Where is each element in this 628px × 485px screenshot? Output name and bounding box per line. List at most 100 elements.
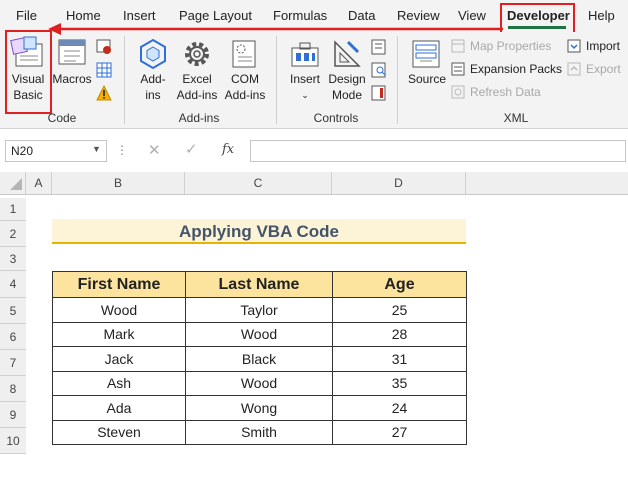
row-header[interactable]: 9 — [0, 402, 26, 428]
cell-first-name[interactable]: Jack — [52, 346, 186, 372]
com-add-ins-button[interactable] — [230, 38, 260, 70]
cell-last-name[interactable]: Wood — [185, 321, 333, 347]
row-header[interactable]: 2 — [0, 221, 26, 247]
header-last-name[interactable]: Last Name — [185, 271, 333, 298]
view-code-icon — [371, 62, 386, 78]
name-box[interactable]: N20 ▼ — [5, 140, 107, 162]
source-label: Source — [407, 72, 447, 86]
column-header-c[interactable]: C — [185, 172, 332, 194]
cell-last-name[interactable]: Wong — [185, 395, 333, 421]
cell-first-name[interactable]: Steven — [52, 419, 186, 445]
visual-basic-label-1: Visual — [11, 72, 45, 86]
enter-icon[interactable]: ✓ — [185, 140, 198, 158]
design-mode-icon — [334, 40, 361, 67]
cell-age[interactable]: 27 — [332, 419, 467, 445]
cell-first-name[interactable]: Ash — [52, 370, 186, 396]
column-header-b[interactable]: B — [52, 172, 185, 194]
header-age[interactable]: Age — [332, 271, 467, 298]
excel-add-ins-label-1: Excel — [182, 72, 212, 86]
source-button[interactable] — [411, 38, 441, 70]
visual-basic-button[interactable] — [10, 34, 46, 70]
table-header-row: First Name Last Name Age — [52, 271, 467, 298]
column-header-a[interactable]: A — [26, 172, 52, 194]
properties-button[interactable] — [371, 39, 387, 55]
cell-age[interactable]: 28 — [332, 321, 467, 347]
row-header[interactable]: 8 — [0, 376, 26, 402]
macros-button[interactable] — [56, 36, 88, 70]
design-mode-button[interactable] — [332, 38, 362, 70]
ribbon-separator — [397, 36, 398, 124]
table-row: Ada Wong 24 — [52, 395, 467, 421]
insert-controls-label: Insert — [289, 72, 320, 86]
cell-first-name[interactable]: Wood — [52, 297, 186, 323]
cell-first-name[interactable]: Mark — [52, 321, 186, 347]
select-all-corner[interactable] — [0, 172, 26, 194]
header-first-name[interactable]: First Name — [52, 271, 186, 298]
chevron-down-icon: ▼ — [92, 144, 101, 154]
visual-basic-label-2: Basic — [13, 88, 43, 102]
tab-help[interactable]: Help — [588, 8, 615, 23]
controls-group-label: Controls — [313, 111, 359, 125]
data-table: First Name Last Name Age Wood Taylor 25 … — [52, 271, 467, 445]
macro-security-button[interactable] — [96, 84, 112, 101]
ribbon-separator — [124, 36, 125, 124]
cell-last-name[interactable]: Taylor — [185, 297, 333, 323]
cancel-icon[interactable]: ✕ — [148, 141, 161, 159]
cell-age[interactable]: 24 — [332, 395, 467, 421]
add-ins-button[interactable] — [138, 38, 168, 70]
add-ins-label-2: ins — [145, 88, 161, 102]
visual-basic-icon — [10, 36, 43, 67]
row-header[interactable]: 1 — [0, 198, 26, 221]
cell-age[interactable]: 25 — [332, 297, 467, 323]
sheet-title[interactable]: Applying VBA Code — [52, 219, 466, 244]
warning-icon — [96, 84, 112, 101]
row-header[interactable]: 6 — [0, 324, 26, 350]
refresh-data-button[interactable]: Refresh Data — [470, 85, 541, 99]
cell-age[interactable]: 31 — [332, 346, 467, 372]
formula-input[interactable] — [250, 140, 626, 162]
cell-last-name[interactable]: Smith — [185, 419, 333, 445]
expansion-packs-button[interactable]: Expansion Packs — [470, 62, 562, 76]
chevron-down-icon: ⌄ — [301, 90, 309, 100]
row-header[interactable]: 5 — [0, 298, 26, 324]
excel-add-ins-button[interactable] — [182, 38, 212, 70]
record-macro-icon — [96, 39, 111, 54]
insert-controls-button[interactable] — [290, 38, 320, 70]
cell-last-name[interactable]: Wood — [185, 370, 333, 396]
refresh-data-icon — [451, 85, 465, 99]
view-code-button[interactable] — [371, 62, 387, 78]
insert-function-button[interactable]: fx — [222, 142, 234, 157]
record-macro-button[interactable] — [96, 39, 112, 55]
row-header[interactable]: 3 — [0, 247, 26, 271]
select-all-icon — [10, 178, 22, 190]
com-add-ins-icon — [232, 40, 256, 68]
map-properties-button[interactable]: Map Properties — [470, 39, 551, 53]
gear-icon — [185, 42, 209, 66]
table-row: Ash Wood 35 — [52, 370, 467, 396]
xml-group-label: XML — [503, 111, 529, 125]
export-button[interactable]: Export — [586, 62, 621, 76]
tab-file[interactable]: File — [16, 8, 37, 23]
cell-age[interactable]: 35 — [332, 370, 467, 396]
toolbox-icon — [291, 42, 319, 67]
export-icon — [567, 62, 581, 76]
more-options-icon: ⋮ — [116, 143, 128, 157]
design-mode-label-2: Mode — [331, 88, 363, 102]
cell-last-name[interactable]: Black — [185, 346, 333, 372]
row-header[interactable]: 4 — [0, 271, 26, 298]
properties-icon — [371, 39, 386, 55]
column-header-d[interactable]: D — [332, 172, 466, 194]
relative-references-button[interactable] — [96, 62, 112, 78]
excel-add-ins-label-2: Add-ins — [176, 88, 218, 102]
com-add-ins-label-1: COM — [231, 72, 259, 86]
macros-label: Macros — [52, 72, 92, 86]
code-group-label: Code — [47, 111, 77, 125]
import-button[interactable]: Import — [586, 39, 620, 53]
row-header[interactable]: 10 — [0, 428, 26, 454]
run-dialog-button[interactable] — [371, 85, 387, 101]
run-dialog-icon — [371, 85, 386, 101]
cell-first-name[interactable]: Ada — [52, 395, 186, 421]
table-row: Jack Black 31 — [52, 346, 467, 372]
row-header[interactable]: 7 — [0, 350, 26, 376]
relative-references-icon — [96, 62, 112, 78]
